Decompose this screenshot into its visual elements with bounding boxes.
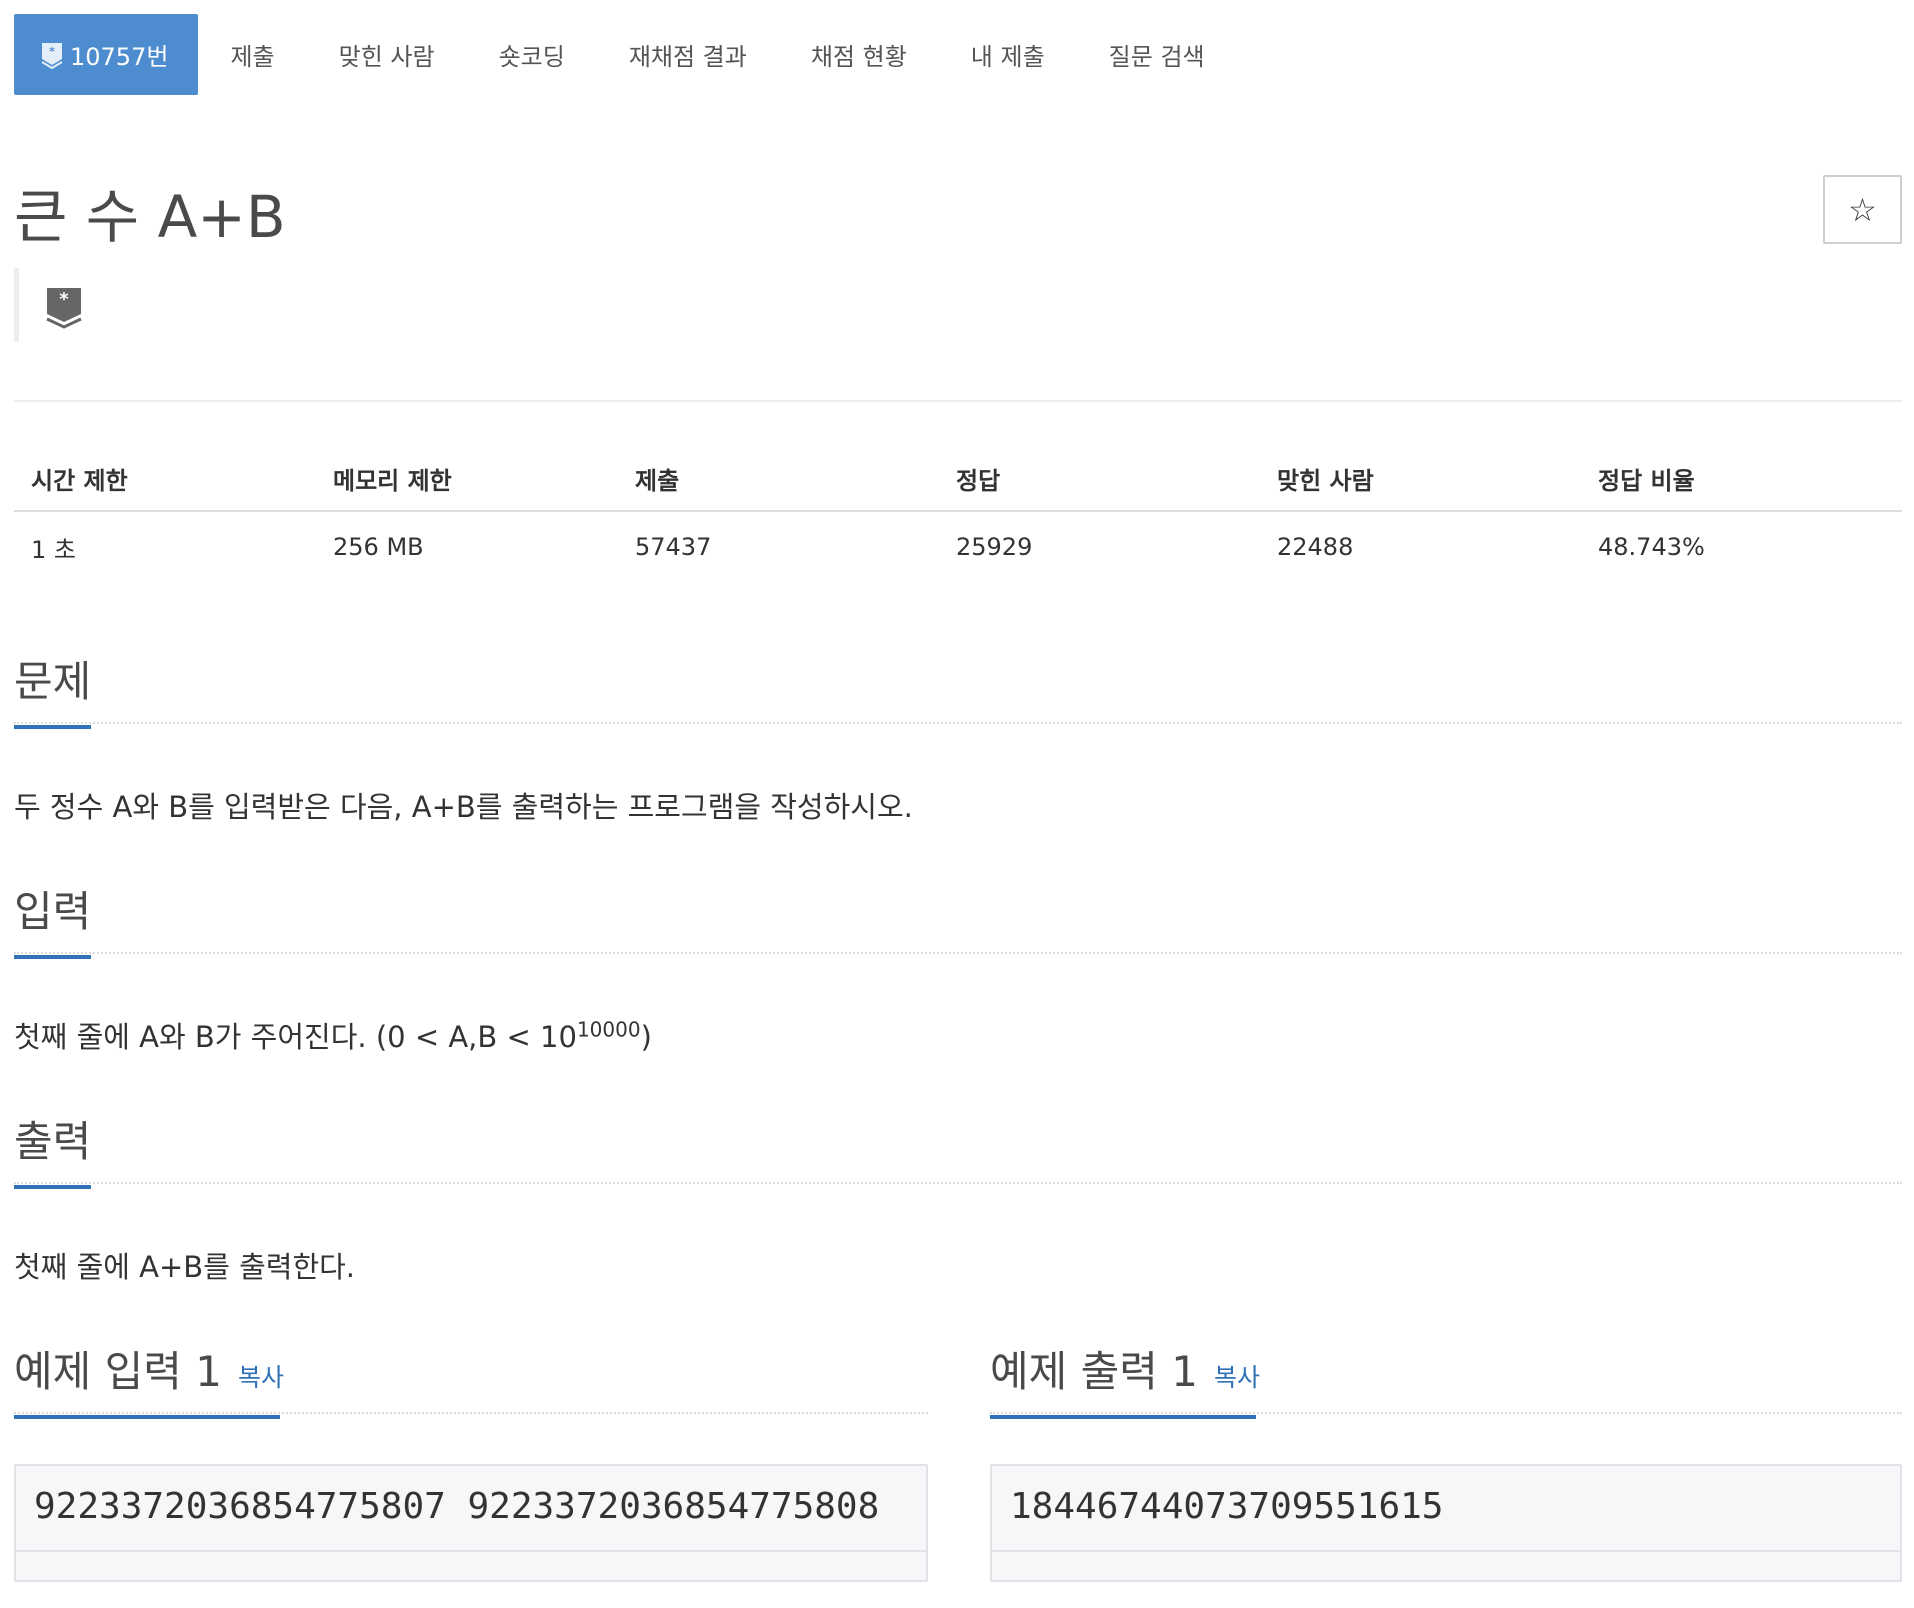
svg-text:*: * (59, 289, 69, 310)
section-heading-input-text: 입력 (14, 887, 92, 936)
section-divider (14, 722, 1902, 724)
problem-page: * 10757번 제출 맞힌 사람 숏코딩 재채점 결과 채점 현황 내 제출 … (0, 0, 1914, 1608)
section-divider (990, 1412, 1902, 1414)
section-heading-problem-text: 문제 (14, 657, 92, 706)
tab-rejudge-results[interactable]: 재채점 결과 (597, 14, 779, 95)
header-solved-users: 맞힌 사람 (1277, 466, 1374, 495)
input-description-end: ) (640, 1020, 652, 1054)
tab-problem-number-label: 10757번 (70, 43, 169, 71)
section-divider (14, 1182, 1902, 1184)
svg-text:*: * (49, 45, 55, 58)
tier-blockquote-bar (14, 268, 19, 342)
sample-input-box[interactable]: 9223372036854775807 9223372036854775808 (14, 1464, 928, 1582)
tab-submit[interactable]: 제출 (198, 14, 306, 95)
heading-underline (14, 1185, 91, 1189)
tab-question-search[interactable]: 질문 검색 (1077, 14, 1237, 95)
value-accepted: 25929 (956, 533, 1033, 561)
header-memory-limit: 메모리 제한 (333, 466, 452, 495)
heading-underline (14, 955, 91, 959)
value-memory-limit: 256 MB (333, 533, 424, 561)
section-heading-input: 입력 (14, 878, 92, 959)
section-heading-sample-input: 예제 입력 1 복사 (14, 1338, 284, 1419)
tab-solved-users[interactable]: 맞힌 사람 (307, 14, 467, 95)
tab-short-coding[interactable]: 숏코딩 (467, 14, 597, 95)
value-submissions: 57437 (635, 533, 712, 561)
tab-problem-number[interactable]: * 10757번 (14, 14, 199, 95)
input-description-exponent: 10000 (576, 1017, 641, 1042)
problem-info-table: 시간 제한 메모리 제한 제출 정답 맞힌 사람 정답 비율 1 초 256 M… (14, 446, 1902, 582)
table-row: 1 초 256 MB 57437 25929 22488 48.743% (14, 512, 1902, 582)
sample-output-heading-text: 예제 출력 1 (990, 1347, 1198, 1396)
copy-sample-output-link[interactable]: 복사 (1214, 1363, 1260, 1392)
section-heading-output-text: 출력 (14, 1117, 92, 1166)
sample-input-value: 9223372036854775807 9223372036854775808 (16, 1466, 926, 1552)
value-time-limit: 1 초 (31, 535, 76, 564)
sample-input-heading-text: 예제 입력 1 (14, 1347, 222, 1396)
input-description-main: 첫째 줄에 A와 B가 주어진다. (0 < A,B < 10 (14, 1020, 577, 1054)
header-accept-ratio: 정답 비율 (1598, 466, 1695, 495)
input-description: 첫째 줄에 A와 B가 주어진다. (0 < A,B < 1010000) (14, 1014, 652, 1056)
section-heading-problem: 문제 (14, 648, 92, 729)
page-title: 큰 수 A+B (14, 183, 286, 251)
title-divider (14, 400, 1902, 402)
heading-underline (990, 1415, 1256, 1419)
section-heading-output: 출력 (14, 1108, 92, 1189)
section-divider (14, 952, 1902, 954)
copy-sample-input-link[interactable]: 복사 (238, 1363, 284, 1392)
sample-output-box[interactable]: 18446744073709551615 (990, 1464, 1902, 1582)
section-heading-sample-output: 예제 출력 1 복사 (990, 1338, 1260, 1419)
heading-underline (14, 725, 91, 729)
heading-underline (14, 1415, 280, 1419)
tier-badge-icon: * (41, 42, 63, 69)
star-icon: ☆ (1848, 191, 1877, 228)
section-divider (14, 1412, 928, 1414)
tier-shield-icon: * (46, 288, 82, 329)
header-submissions: 제출 (635, 466, 680, 495)
header-accepted: 정답 (956, 466, 1001, 495)
header-time-limit: 시간 제한 (31, 466, 128, 495)
problem-menu: * 10757번 제출 맞힌 사람 숏코딩 재채점 결과 채점 현황 내 제출 … (14, 14, 1237, 95)
tab-judge-status[interactable]: 채점 현황 (779, 14, 939, 95)
output-description: 첫째 줄에 A+B를 출력한다. (14, 1250, 356, 1284)
problem-description: 두 정수 A와 B를 입력받은 다음, A+B를 출력하는 프로그램을 작성하시… (14, 790, 913, 824)
value-solved-users: 22488 (1277, 533, 1354, 561)
sample-output-value: 18446744073709551615 (992, 1466, 1900, 1552)
tab-my-submissions[interactable]: 내 제출 (939, 14, 1077, 95)
info-table-header: 시간 제한 메모리 제한 제출 정답 맞힌 사람 정답 비율 (14, 446, 1902, 512)
favorite-star-button[interactable]: ☆ (1823, 175, 1902, 244)
value-accept-ratio: 48.743% (1598, 533, 1705, 561)
